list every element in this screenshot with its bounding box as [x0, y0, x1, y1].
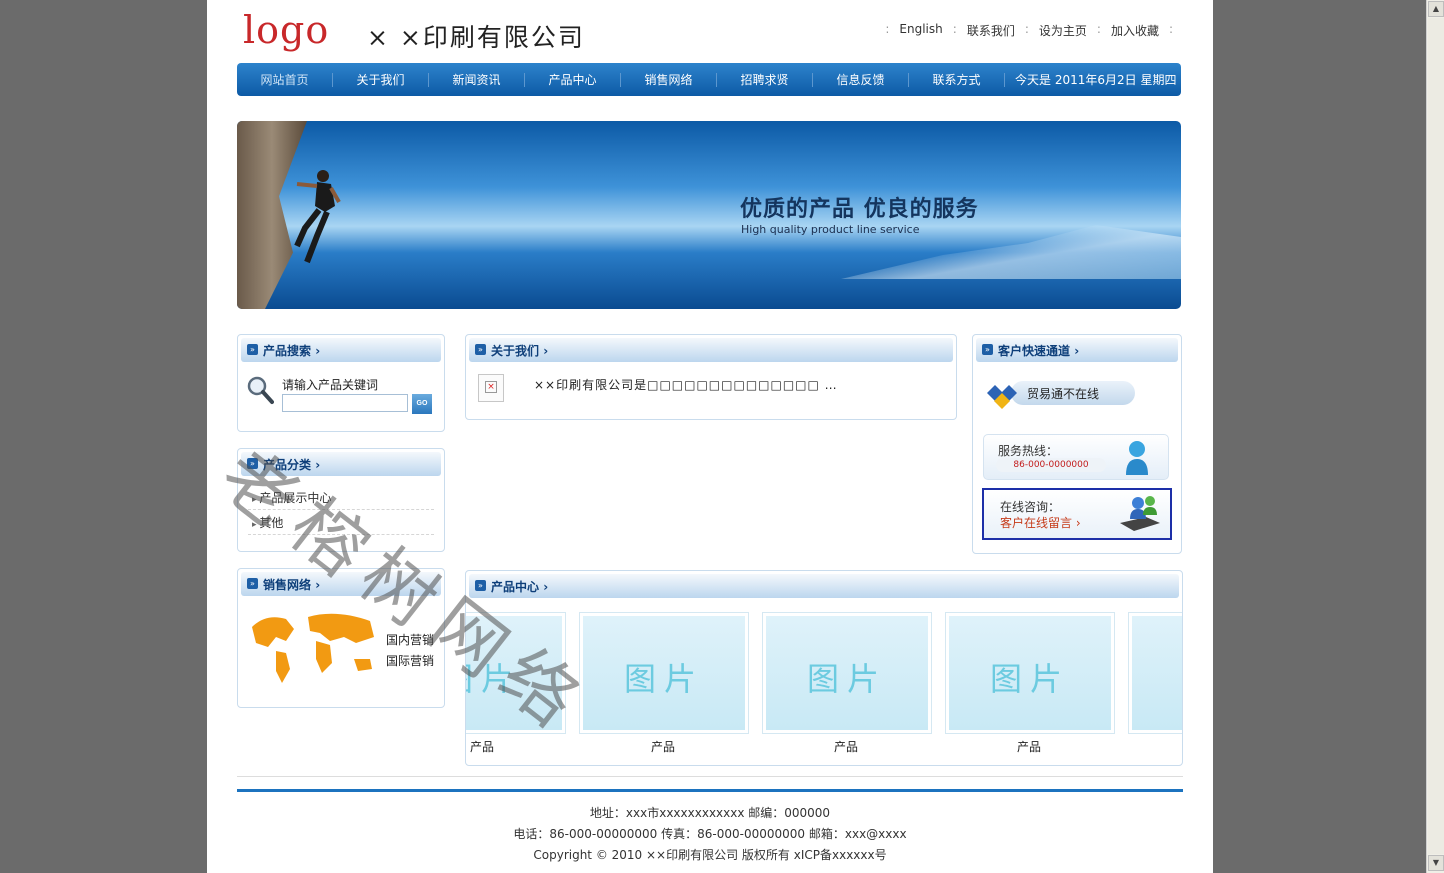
customer-channel-header: » 客户快速通道	[976, 338, 1178, 362]
footer-address: 地址：xxx市xxxxxxxxxxxx 邮编：000000	[589, 806, 831, 820]
customer-channel-box: » 客户快速通道 贸易通不在线 服务热线： 86-000-0000000 在线咨…	[972, 334, 1182, 554]
footer-contact: 电话：86-000-00000000 传真：86-000-00000000 邮箱…	[513, 827, 907, 841]
maoyitong-status[interactable]: 贸易通不在线	[983, 375, 1163, 411]
footer-accent-line	[237, 789, 1183, 792]
logo[interactable]: logo	[243, 8, 329, 52]
nav-news[interactable]: 新闻资讯	[429, 72, 525, 87]
link-set-homepage[interactable]: 设为主页	[1039, 22, 1087, 39]
link-english[interactable]: English	[899, 22, 942, 39]
maoyitong-label: 贸易通不在线	[1027, 387, 1100, 401]
hotline-number: 86-000-0000000	[996, 458, 1106, 472]
go-button[interactable]: GO	[412, 394, 432, 414]
sales-network-title: 销售网络	[263, 576, 320, 593]
nav-products[interactable]: 产品中心	[525, 72, 621, 87]
product-card[interactable]: 图片	[466, 612, 566, 734]
arrow-icon: »	[475, 344, 486, 355]
arrow-icon: »	[247, 344, 258, 355]
product-search-title: 产品搜索	[263, 342, 320, 359]
nav-sales-network[interactable]: 销售网络	[621, 72, 717, 87]
customer-channel-title: 客户快速通道	[998, 342, 1079, 359]
hotline-label: 服务热线：	[998, 444, 1059, 458]
online-consult[interactable]: 在线咨询： 客户在线留言	[982, 488, 1172, 540]
about-header: » 关于我们	[469, 338, 953, 362]
divider	[248, 534, 434, 535]
service-hotline: 服务热线： 86-000-0000000	[983, 434, 1169, 480]
product-image: 图片	[806, 660, 887, 698]
consult-link[interactable]: 客户在线留言	[1000, 514, 1081, 531]
about-title: 关于我们	[491, 342, 548, 359]
about-box: » 关于我们 × ××印刷有限公司是□□□□□□□□□□□□□□ …	[465, 334, 957, 420]
product-center-box: » 产品中心 图片 产品 图片 产品 图片 产品 图片 产品	[465, 570, 1183, 766]
climber-image	[294, 170, 341, 264]
current-date: 今天是 2011年6月2日 星期四	[1015, 73, 1177, 87]
banner-slogan: 优质的产品 优良的服务	[740, 197, 979, 222]
nav-about[interactable]: 关于我们	[333, 72, 429, 87]
top-links: : English : 联系我们 : 设为主页 : 加入收藏 :	[885, 22, 1173, 39]
product-name[interactable]: 产品	[579, 738, 747, 755]
product-name[interactable]: 产品	[762, 738, 930, 755]
product-image: 图片	[989, 660, 1070, 698]
network-international[interactable]: 国际营销	[386, 652, 434, 669]
product-card[interactable]: 图片	[945, 612, 1115, 734]
scroll-up-icon[interactable]: ▲	[1428, 1, 1444, 17]
search-input[interactable]	[282, 394, 408, 412]
category-item-other[interactable]: 其他	[252, 514, 283, 531]
company-name: × ×印刷有限公司	[367, 23, 585, 52]
sales-network-header: » 销售网络	[241, 572, 441, 596]
product-category-header: » 产品分类	[241, 452, 441, 476]
sales-network-box: » 销售网络 国内营销 国际营销	[237, 568, 445, 708]
arrow-icon: »	[982, 344, 993, 355]
nav-contact[interactable]: 联系方式	[909, 72, 1005, 87]
product-name[interactable]: 产品	[945, 738, 1113, 755]
product-search-box: » 产品搜索 请输入产品关键词 GO	[237, 334, 445, 432]
header: logo × ×印刷有限公司 : English : 联系我们 : 设为主页 :…	[207, 0, 1213, 60]
nav-home[interactable]: 网站首页	[237, 72, 333, 87]
footer-divider	[237, 776, 1183, 777]
product-card[interactable]: 图片	[579, 612, 749, 734]
magnifier-icon	[247, 376, 274, 404]
divider	[248, 509, 434, 510]
link-contact[interactable]: 联系我们	[967, 22, 1015, 39]
world-map-icon	[252, 613, 374, 683]
product-card[interactable]	[1128, 612, 1182, 734]
link-add-favorite[interactable]: 加入收藏	[1111, 22, 1159, 39]
nav-jobs[interactable]: 招聘求贤	[717, 72, 813, 87]
main-nav: 网站首页 关于我们 新闻资讯 产品中心 销售网络 招聘求贤 信息反馈 联系方式 …	[237, 63, 1181, 96]
page: logo × ×印刷有限公司 : English : 联系我们 : 设为主页 :…	[205, 0, 1213, 873]
page-scrollbar[interactable]: ▲ ▼	[1426, 0, 1444, 873]
product-category-box: » 产品分类 产品展示中心 其他	[237, 448, 445, 552]
product-search-header: » 产品搜索	[241, 338, 441, 362]
arrow-icon: »	[247, 458, 258, 469]
consult-label: 在线咨询：	[1000, 500, 1061, 514]
scroll-thumb[interactable]	[1428, 18, 1444, 854]
product-image: 图片	[623, 660, 704, 698]
maoyitong-icon	[987, 385, 1017, 409]
product-center-title: 产品中心	[491, 578, 548, 595]
product-name[interactable]: 产品	[466, 738, 494, 755]
network-domestic[interactable]: 国内营销	[386, 631, 434, 648]
product-card[interactable]: 图片	[762, 612, 932, 734]
search-label: 请输入产品关键词	[282, 378, 379, 392]
banner-subtitle: High quality product line service	[741, 223, 920, 236]
online-users-icon	[1120, 496, 1160, 531]
scroll-down-icon[interactable]: ▼	[1428, 855, 1444, 871]
footer-copyright: Copyright © 2010 ××印刷有限公司 版权所有 xICP备xxxx…	[533, 848, 887, 862]
product-image: 图片	[466, 660, 521, 698]
nav-feedback[interactable]: 信息反馈	[813, 72, 909, 87]
support-person-icon	[1126, 441, 1148, 475]
about-text: ××印刷有限公司是□□□□□□□□□□□□□□ …	[534, 378, 838, 392]
banner: 优质的产品 优良的服务 High quality product line se…	[237, 121, 1181, 309]
broken-image-icon: ×	[478, 374, 504, 402]
category-item-showcase[interactable]: 产品展示中心	[252, 489, 331, 506]
arrow-icon: »	[475, 580, 486, 591]
product-center-header: » 产品中心	[469, 574, 1179, 598]
product-category-title: 产品分类	[263, 456, 320, 473]
arrow-icon: »	[247, 578, 258, 589]
